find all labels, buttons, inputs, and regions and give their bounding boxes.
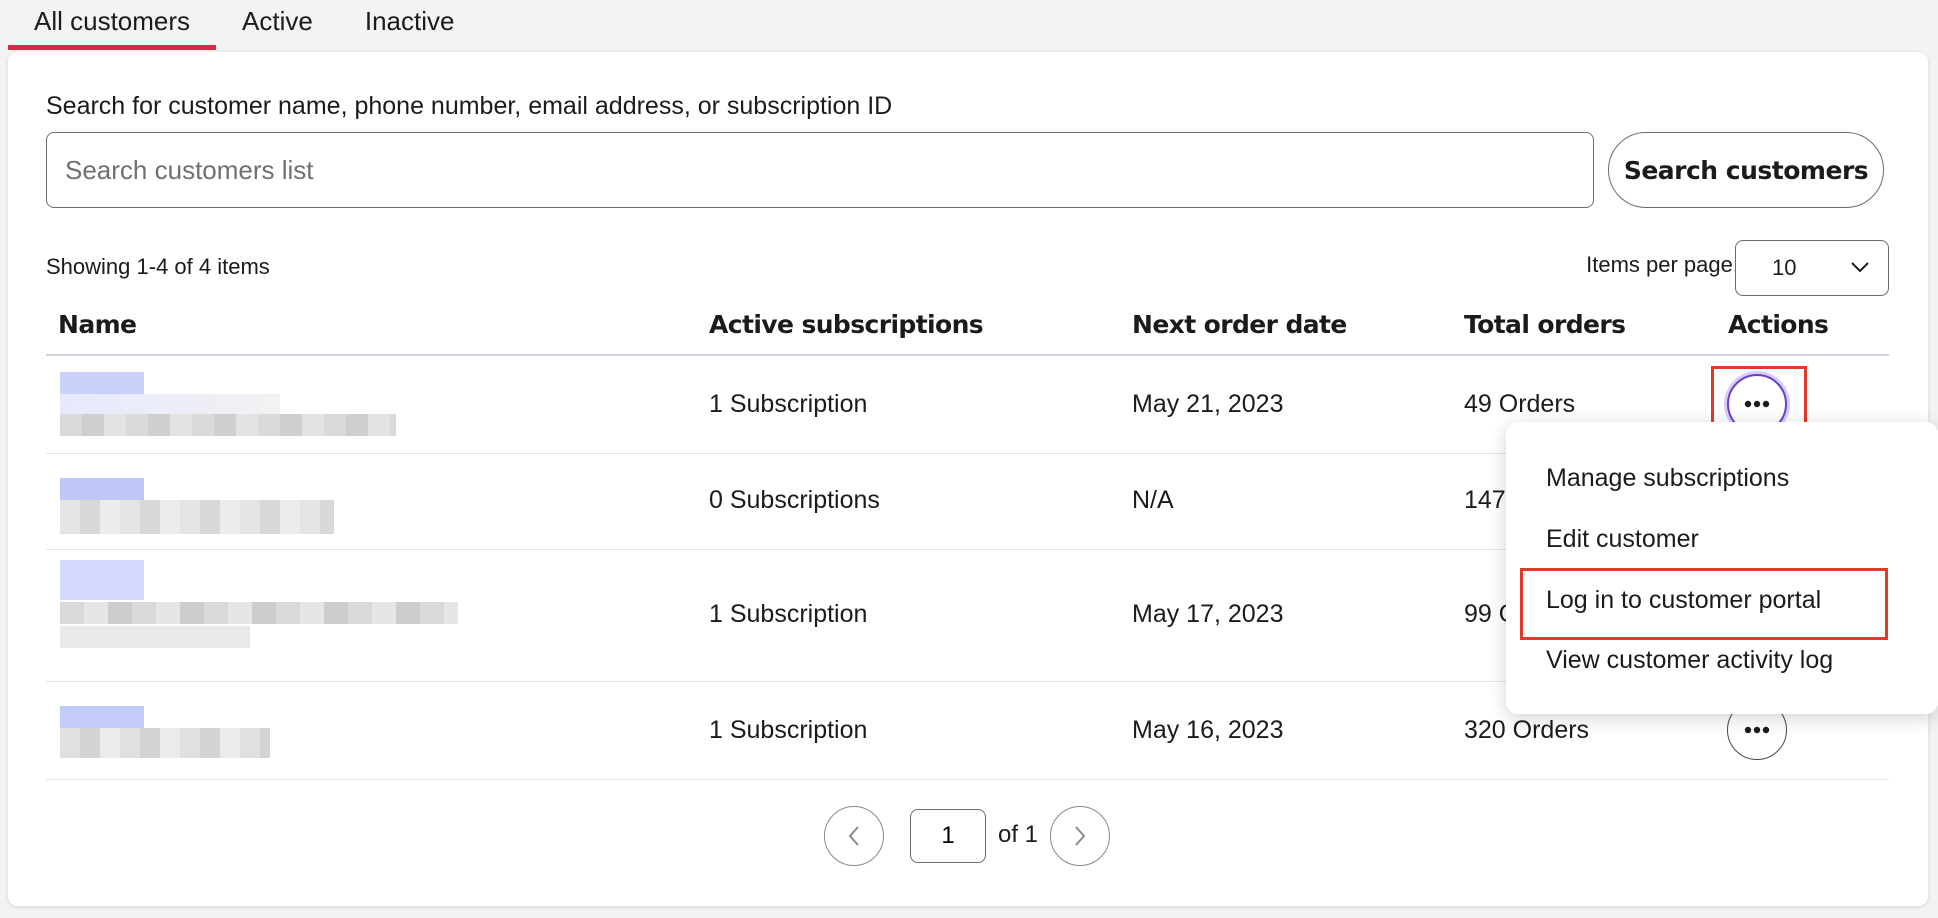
total-orders-cell: 147: [1464, 486, 1506, 514]
blurred-email: [60, 414, 396, 436]
search-customers-button[interactable]: Search customers: [1608, 132, 1884, 208]
menu-item-view-customer-activity-log[interactable]: View customer activity log: [1546, 646, 1833, 675]
items-per-page-label: Items per page:: [1586, 252, 1739, 277]
menu-item-log-in-to-customer-portal[interactable]: Log in to customer portal: [1546, 586, 1821, 615]
next-order-date-cell: May 16, 2023: [1132, 716, 1284, 744]
header-active-subscriptions: Active subscriptions: [709, 310, 984, 339]
tab-bar: All customers Active Inactive: [8, 0, 480, 52]
blurred-email: [60, 728, 270, 758]
total-orders-cell: 320 Orders: [1464, 716, 1590, 744]
search-label: Search for customer name, phone number, …: [46, 92, 893, 120]
next-order-date-cell: N/A: [1132, 486, 1174, 514]
blurred-name: [60, 478, 144, 500]
items-per-page-value: 10: [1772, 255, 1797, 280]
blurred-email: [60, 602, 458, 624]
search-input[interactable]: [46, 132, 1594, 208]
header-actions: Actions: [1728, 310, 1829, 339]
header-name: Name: [58, 310, 137, 339]
row-actions-menu: Manage subscriptions Edit customer Log i…: [1506, 422, 1938, 714]
header-next-order-date: Next order date: [1132, 310, 1347, 339]
blurred-name: [60, 394, 280, 414]
table-header: Name Active subscriptions Next order dat…: [46, 302, 1889, 356]
header-total-orders: Total orders: [1464, 310, 1626, 339]
tab-inactive[interactable]: Inactive: [339, 0, 481, 50]
tab-all-customers[interactable]: All customers: [8, 0, 217, 50]
previous-page-button[interactable]: [824, 806, 884, 866]
active-subscriptions-cell: 1 Subscription: [709, 716, 868, 744]
blurred-phone: [60, 626, 250, 648]
blurred-email: [60, 500, 334, 534]
menu-item-manage-subscriptions[interactable]: Manage subscriptions: [1546, 464, 1789, 493]
more-dots-icon: [1744, 400, 1770, 408]
menu-item-edit-customer[interactable]: Edit customer: [1546, 525, 1699, 554]
chevron-down-icon: [1851, 262, 1869, 273]
more-dots-icon: [1744, 726, 1770, 734]
items-per-page-select[interactable]: 10: [1735, 240, 1889, 296]
blurred-name: [60, 372, 144, 394]
chevron-left-icon: [848, 826, 859, 846]
blurred-name: [60, 706, 144, 728]
results-count: Showing 1-4 of 4 items: [46, 254, 270, 279]
chevron-right-icon: [1075, 826, 1086, 846]
active-subscriptions-cell: 1 Subscription: [709, 600, 868, 628]
active-subscriptions-cell: 1 Subscription: [709, 390, 868, 418]
active-subscriptions-cell: 0 Subscriptions: [709, 486, 880, 514]
blurred-name: [60, 560, 144, 600]
page-number-input[interactable]: [910, 809, 986, 863]
total-orders-cell: 49 Orders: [1464, 390, 1576, 418]
next-page-button[interactable]: [1050, 806, 1110, 866]
page-count-label: of 1: [998, 821, 1039, 848]
tab-active[interactable]: Active: [216, 0, 339, 50]
next-order-date-cell: May 21, 2023: [1132, 390, 1284, 418]
next-order-date-cell: May 17, 2023: [1132, 600, 1284, 628]
